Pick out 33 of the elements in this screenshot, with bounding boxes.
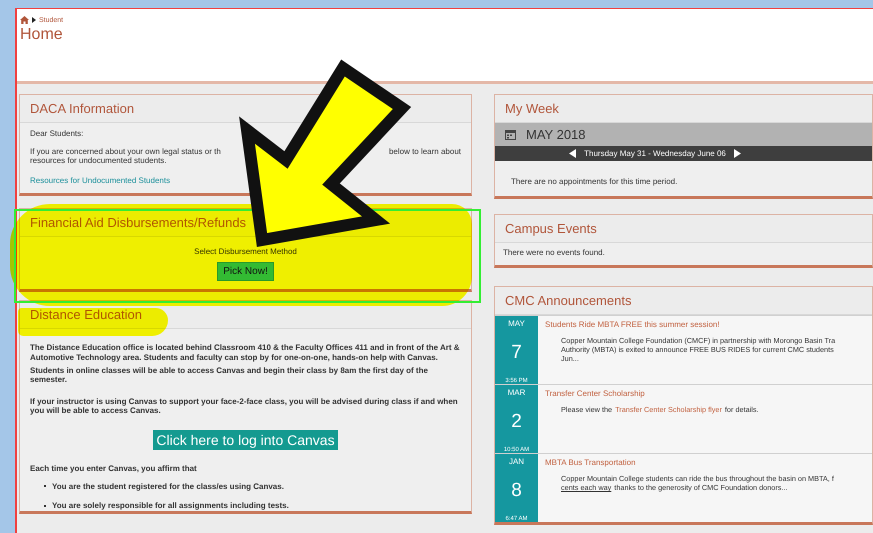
day-text: 7 — [511, 342, 522, 364]
prompt-text: Select Disbursement Method — [194, 246, 297, 256]
bullet-text: You are the student registered for the class/es using Canvas. — [52, 482, 284, 492]
chevron-icon — [32, 17, 36, 23]
resources-link[interactable]: Resources for Undocumented Students — [30, 176, 170, 185]
next-week-button[interactable] — [734, 149, 741, 158]
previous-week-button[interactable] — [569, 149, 576, 158]
bullet-text: You are solely responsible for all assignments including tests. — [52, 501, 289, 511]
day-text: 2 — [511, 411, 522, 433]
announcement-link[interactable]: Transfer Center Scholarship — [545, 389, 872, 398]
calendar-icon — [505, 129, 516, 140]
page-title: Home — [20, 26, 64, 44]
announcement-link[interactable]: Students Ride MBTA FREE this summer session! — [545, 320, 872, 329]
announcement-link[interactable]: MBTA Bus Transportation — [545, 458, 872, 467]
month-label: MAY 2018 — [526, 127, 586, 142]
body-text: resources for undocumented students. — [30, 156, 168, 166]
paragraph-text: The Distance Education office is located behind Classroom 410 & the Faculty Offices 411 and in front of the Art & Automotive Technology area. Students and faculty can stop by for one-on-one, hands-on help with Canvas. — [30, 343, 461, 363]
body-text: below to learn about — [388, 146, 461, 156]
empty-message: There were no events found. — [502, 247, 606, 259]
affirm-text: Each time you enter Canvas, you affirm that — [30, 464, 198, 474]
month-text: JAN — [508, 457, 524, 466]
body-text: If you are concerned about your own legal status or th — [30, 146, 221, 156]
day-text: 8 — [511, 480, 522, 502]
canvas-login-button[interactable]: Click here to log into Canvas — [153, 430, 338, 450]
paragraph-text: Students in online classes will be able to access Canvas and begin their class by 8am the first day of the semester. — [30, 366, 429, 385]
pick-now-button[interactable]: Pick Now! — [217, 262, 274, 282]
month-text: MAY — [508, 319, 525, 328]
week-range: Thursday May 31 - Wednesday June 06 — [584, 149, 726, 158]
paragraph-text: If your instructor is using Canvas to support your face-2-face class, you will be advised during class if and when you will be able to access Canvas. — [30, 396, 459, 416]
month-text: MAR — [508, 388, 526, 397]
home-icon[interactable] — [20, 16, 29, 24]
greeting-text: Dear Students: — [30, 129, 84, 139]
empty-message: There are no appointments for this time period. — [510, 176, 678, 188]
